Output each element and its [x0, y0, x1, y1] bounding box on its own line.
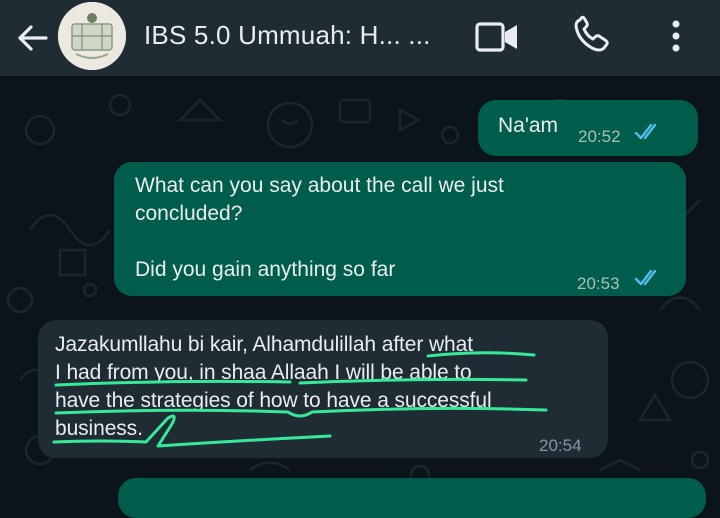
chat-header: IBS 5.0 Ummuah: H... ... — [0, 0, 720, 76]
chat-title[interactable]: IBS 5.0 Ummuah: H... ... — [144, 20, 431, 51]
phone-icon[interactable] — [572, 14, 612, 54]
message-text: Jazakumllahu bi kair, Alhamdulillah afte… — [55, 333, 492, 440]
message-text: What can you say about the call we just … — [135, 174, 504, 281]
message-text: Na'am — [498, 114, 559, 137]
message-outgoing[interactable]: What can you say about the call we just … — [114, 162, 686, 296]
more-vert-icon[interactable] — [668, 16, 684, 56]
message-outgoing[interactable]: Na'am 20:52 — [478, 100, 698, 156]
video-call-icon[interactable] — [474, 20, 520, 54]
avatar[interactable] — [58, 2, 126, 70]
message-incoming[interactable]: Jazakumllahu bi kair, Alhamdulillah afte… — [38, 320, 608, 458]
message-time: 20:54 — [539, 436, 582, 455]
message-time: 20:53 — [577, 274, 620, 293]
arrow-back-icon[interactable] — [14, 20, 50, 56]
message-outgoing[interactable] — [118, 478, 706, 518]
message-time: 20:52 — [578, 127, 621, 146]
read-receipt-icon — [634, 123, 657, 140]
read-receipt-icon — [634, 269, 657, 286]
group-photo-icon — [58, 2, 126, 70]
